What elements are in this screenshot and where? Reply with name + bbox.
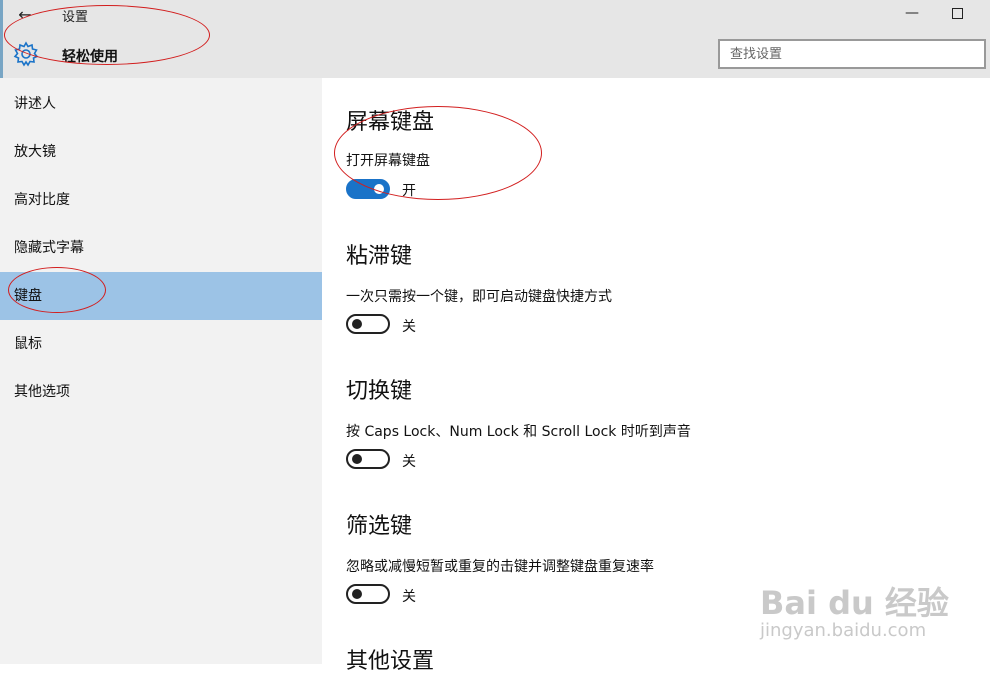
setting-label-filter-keys: 忽略或减慢短暂或重复的击键并调整键盘重复速率 (346, 559, 654, 575)
sidebar-item-keyboard[interactable]: 键盘 (0, 272, 322, 320)
gear-icon (13, 41, 39, 67)
search-input[interactable] (720, 41, 984, 67)
setting-label-toggle-keys: 按 Caps Lock、Num Lock 和 Scroll Lock 时听到声音 (346, 424, 691, 440)
search-box[interactable] (718, 39, 986, 69)
toggle-state-label: 开 (402, 183, 416, 199)
minimize-button[interactable]: — (902, 3, 922, 23)
toggle-knob (352, 319, 362, 329)
toggle-knob (374, 184, 384, 194)
toggle-state-label: 关 (402, 319, 416, 335)
section-heading-other-settings: 其他设置 (346, 649, 435, 674)
toggle-on-screen-keyboard[interactable] (346, 179, 390, 199)
section-heading-toggle-keys: 切换键 (346, 379, 413, 404)
sidebar-item-narrator[interactable]: 讲述人 (0, 80, 322, 128)
toggle-sticky-keys[interactable] (346, 314, 390, 334)
section-heading-sticky-keys: 粘滞键 (346, 244, 413, 269)
sidebar: 讲述人 放大镜 高对比度 隐藏式字幕 键盘 鼠标 其他选项 (0, 78, 322, 664)
settings-content: 屏幕键盘 打开屏幕键盘 开 粘滞键 一次只需按一个键，即可启动键盘快捷方式 关 … (322, 78, 990, 674)
watermark-url: jingyan.baidu.com (760, 620, 927, 641)
sidebar-item-magnifier[interactable]: 放大镜 (0, 128, 322, 176)
toggle-toggle-keys[interactable] (346, 449, 390, 469)
toggle-state-label: 关 (402, 589, 416, 605)
window-title: 设置 (62, 10, 89, 25)
maximize-icon (952, 8, 963, 19)
title-bar: ← 设置 — 轻松使用 (0, 0, 990, 78)
sidebar-item-high-contrast[interactable]: 高对比度 (0, 176, 322, 224)
setting-label-sticky-keys: 一次只需按一个键，即可启动键盘快捷方式 (346, 289, 612, 305)
watermark-brand: Bai du 经验 (760, 584, 949, 622)
toggle-state-label: 关 (402, 454, 416, 470)
sidebar-item-mouse[interactable]: 鼠标 (0, 320, 322, 368)
page-title: 轻松使用 (62, 49, 118, 65)
toggle-filter-keys[interactable] (346, 584, 390, 604)
sidebar-item-other-options[interactable]: 其他选项 (0, 368, 322, 416)
sidebar-item-closed-captions[interactable]: 隐藏式字幕 (0, 224, 322, 272)
maximize-button[interactable] (947, 3, 967, 23)
setting-label-on-screen-keyboard: 打开屏幕键盘 (346, 153, 430, 169)
toggle-knob (352, 589, 362, 599)
toggle-knob (352, 454, 362, 464)
section-heading-on-screen-keyboard: 屏幕键盘 (346, 110, 435, 135)
section-heading-filter-keys: 筛选键 (346, 514, 413, 539)
back-arrow-icon[interactable]: ← (14, 4, 36, 26)
